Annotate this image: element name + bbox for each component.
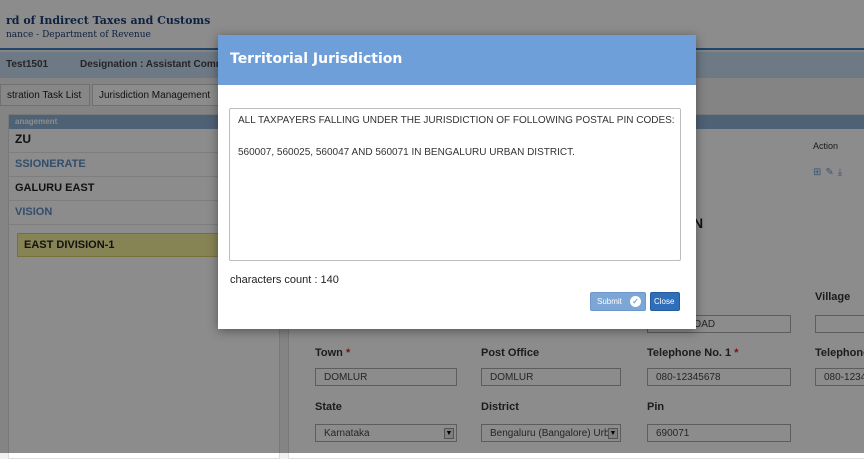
- submit-button[interactable]: Submit ✓: [590, 292, 646, 311]
- dialog-header: Territorial Jurisdiction: [218, 35, 696, 85]
- close-button[interactable]: Close: [650, 292, 680, 311]
- territorial-jurisdiction-dialog: Territorial Jurisdiction ALL TAXPAYERS F…: [218, 35, 696, 329]
- check-circle-icon: ✓: [630, 296, 641, 307]
- dialog-title: Territorial Jurisdiction: [230, 51, 403, 67]
- jurisdiction-text-line-1: ALL TAXPAYERS FALLING UNDER THE JURISDIC…: [238, 115, 675, 126]
- jurisdiction-text-line-2: 560007, 560025, 560047 AND 560071 IN BEN…: [238, 147, 575, 158]
- jurisdiction-textarea[interactable]: ALL TAXPAYERS FALLING UNDER THE JURISDIC…: [229, 108, 681, 261]
- character-count: characters count : 140: [230, 274, 339, 286]
- submit-button-label: Submit: [597, 297, 622, 306]
